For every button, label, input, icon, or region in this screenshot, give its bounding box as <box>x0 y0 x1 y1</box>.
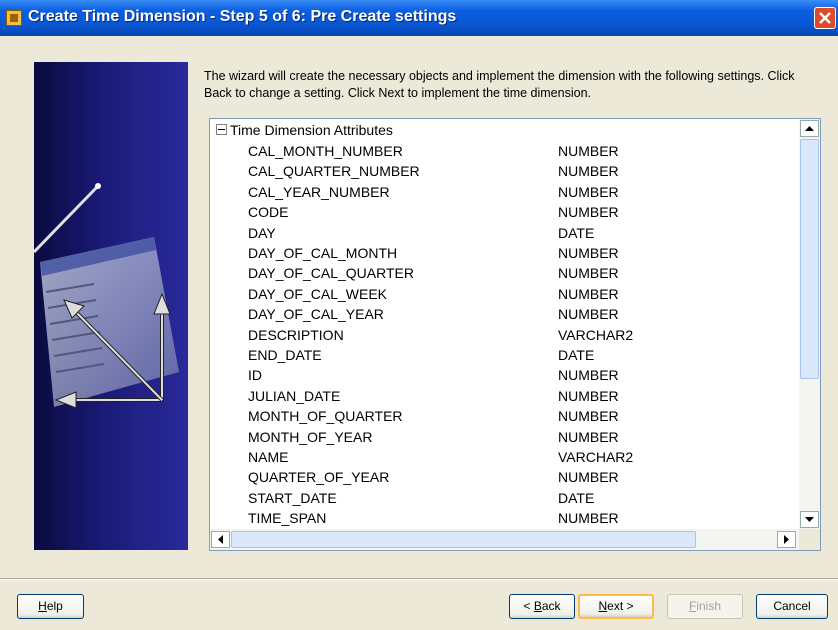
cancel-button[interactable]: Cancel <box>756 594 828 619</box>
attribute-name: CAL_QUARTER_NUMBER <box>248 163 420 180</box>
attribute-type: VARCHAR2 <box>558 326 634 343</box>
attribute-type: DATE <box>558 489 595 506</box>
intro-text: The wizard will create the necessary obj… <box>204 69 795 100</box>
help-button[interactable]: Help <box>17 594 84 619</box>
attribute-name: DAY <box>248 224 276 241</box>
scroll-down-button[interactable] <box>800 511 819 528</box>
attribute-type: NUMBER <box>558 265 619 282</box>
attribute-type: NUMBER <box>558 469 619 486</box>
attribute-name: END_DATE <box>248 347 322 363</box>
attribute-type: NUMBER <box>558 428 619 445</box>
back-button[interactable]: < Back <box>509 594 575 619</box>
attribute-type: NUMBER <box>558 306 619 323</box>
close-icon <box>819 12 831 24</box>
attribute-type: NUMBER <box>558 408 619 425</box>
horizontal-scroll-thumb[interactable] <box>231 531 696 548</box>
attribute-name: DESCRIPTION <box>248 326 344 343</box>
attribute-type: NUMBER <box>558 285 619 302</box>
scroll-left-button[interactable] <box>211 531 230 548</box>
attribute-type: NUMBER <box>558 163 619 180</box>
tree-root-label: Time Dimension Attributes <box>230 122 393 138</box>
attribute-name: CODE <box>248 204 289 221</box>
scroll-right-button[interactable] <box>777 531 796 548</box>
horizontal-scrollbar[interactable] <box>210 529 799 550</box>
collapse-icon[interactable] <box>216 124 227 135</box>
close-button[interactable] <box>814 7 836 29</box>
attribute-type: NUMBER <box>558 387 619 404</box>
attribute-type: NUMBER <box>558 143 619 159</box>
arrow-up-icon <box>805 126 814 131</box>
attribute-name: DAY_OF_CAL_WEEK <box>248 285 388 302</box>
scrollbar-corner <box>799 529 820 550</box>
footer-separator-highlight <box>0 579 838 580</box>
attribute-type: DATE <box>558 224 595 241</box>
attribute-name: DAY_OF_CAL_MONTH <box>248 245 398 261</box>
arrow-left-icon <box>218 535 223 544</box>
wizard-side-image <box>34 62 188 550</box>
attribute-type: NUMBER <box>558 510 619 527</box>
attribute-type: NUMBER <box>558 245 619 261</box>
tree-root-node[interactable]: Time Dimension Attributes <box>216 122 393 142</box>
arrow-down-icon <box>805 517 814 522</box>
scroll-up-button[interactable] <box>800 120 819 137</box>
attribute-name: MONTH_OF_YEAR <box>248 428 373 445</box>
attribute-name: ID <box>248 367 262 384</box>
attribute-type: NUMBER <box>558 204 619 221</box>
attribute-name: TIME_SPAN <box>248 510 327 527</box>
window-title: Create Time Dimension - Step 5 of 6: Pre… <box>28 8 457 25</box>
attribute-type: DATE <box>558 347 595 363</box>
wizard-app-icon <box>6 10 22 26</box>
attribute-name: START_DATE <box>248 489 337 506</box>
attribute-name: CAL_MONTH_NUMBER <box>248 143 403 159</box>
attribute-name: CAL_YEAR_NUMBER <box>248 183 390 200</box>
attribute-type: VARCHAR2 <box>558 449 634 465</box>
arrow-right-icon <box>784 535 789 544</box>
attribute-type: NUMBER <box>558 183 619 200</box>
vertical-scroll-thumb[interactable] <box>800 139 819 379</box>
attribute-name: DAY_OF_CAL_YEAR <box>248 306 384 323</box>
attribute-name: QUARTER_OF_YEAR <box>248 469 390 486</box>
attribute-name: DAY_OF_CAL_QUARTER <box>248 265 414 282</box>
finish-button[interactable]: Finish <box>667 594 743 619</box>
next-button[interactable]: Next > <box>578 594 654 619</box>
attribute-name: NAME <box>248 449 289 465</box>
attributes-tree[interactable]: Time Dimension Attributes CAL_MONTH_NUMB… <box>209 118 821 551</box>
attribute-name: JULIAN_DATE <box>248 387 341 404</box>
attribute-name: MONTH_OF_QUARTER <box>248 408 403 425</box>
wizard-illustration <box>34 183 179 409</box>
attribute-type: NUMBER <box>558 367 619 384</box>
title-bar: Create Time Dimension - Step 5 of 6: Pre… <box>0 0 838 36</box>
vertical-scrollbar[interactable] <box>799 119 820 529</box>
